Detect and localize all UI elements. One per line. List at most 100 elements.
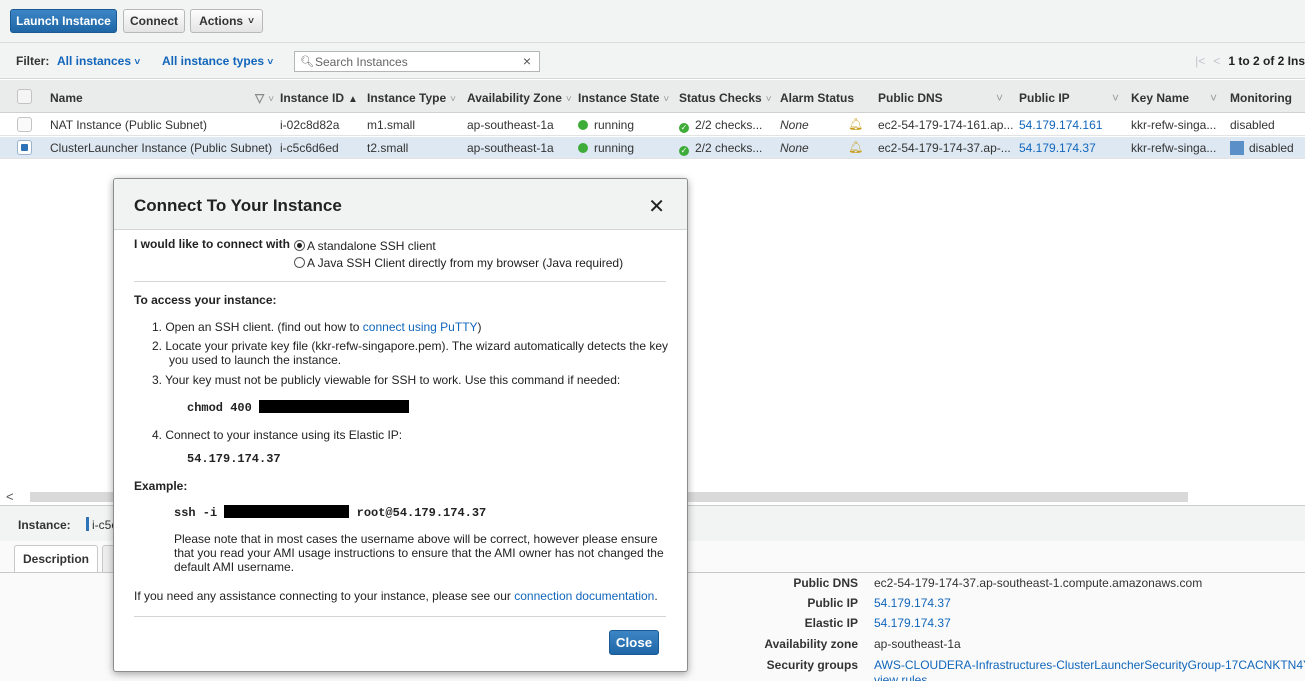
row-checkbox[interactable] <box>17 140 32 155</box>
cell-monitoring: disabled <box>1230 118 1275 132</box>
example-heading: Example: <box>134 479 188 493</box>
all-instance-types-filter[interactable]: All instance types ˅ <box>162 54 273 68</box>
first-page-icon[interactable]: |< <box>1195 54 1205 68</box>
view-rules-link[interactable]: view rules <box>874 673 927 681</box>
connection-docs-link[interactable]: connection documentation <box>514 589 654 603</box>
cell-instance-id: i-c5c6d6ed <box>280 141 339 155</box>
detail-sg-value[interactable]: AWS-CLOUDERA-Infrastructures-ClusterLaun… <box>874 658 1305 672</box>
prev-page-icon[interactable]: < <box>1213 54 1220 68</box>
detail-ip-label: Public IP <box>807 596 858 610</box>
connect-dialog: Connect To Your Instance ✕ I would like … <box>113 178 688 672</box>
instance-label: Instance: <box>18 518 71 532</box>
launch-instance-button[interactable]: Launch Instance <box>10 9 117 33</box>
cell-key-name: kkr-refw-singa... <box>1131 141 1217 155</box>
alarm-bell-icon[interactable]: 🔔︎ <box>848 140 863 154</box>
running-status-icon <box>578 143 588 153</box>
cell-az: ap-southeast-1a <box>467 118 554 132</box>
col-availability-zone[interactable]: Availability Zone ˅ <box>467 91 572 105</box>
chevron-down-icon[interactable]: ˅ <box>996 91 1003 105</box>
cell-instance-type: t2.small <box>367 141 409 155</box>
detail-dns-value: ec2-54-179-174-37.ap-southeast-1.compute… <box>874 576 1203 590</box>
option-java-ssh[interactable]: A Java SSH Client directly from my brows… <box>294 256 623 270</box>
filter-funnel-icon[interactable]: ▽ ˅ <box>255 91 274 105</box>
note-line-3: default AMI username. <box>174 560 295 574</box>
redacted-key-path <box>259 400 410 413</box>
col-status-checks[interactable]: Status Checks ˅ <box>679 91 772 105</box>
cell-state: running <box>578 118 634 132</box>
search-placeholder: Search Instances <box>315 55 408 69</box>
search-input[interactable]: 🔍︎ Search Instances × <box>294 51 540 72</box>
col-key-name[interactable]: Key Name <box>1131 91 1189 105</box>
table-header: Name ▽ ˅ Instance ID ▲ Instance Type ˅ Avai… <box>0 80 1305 113</box>
col-public-dns[interactable]: Public DNS <box>878 91 943 105</box>
tab-description[interactable]: Description <box>14 545 98 572</box>
chevron-down-icon[interactable]: ˅ <box>1112 91 1119 105</box>
step-3: 3. Your key must not be publicly viewabl… <box>152 373 621 387</box>
cell-key-name: kkr-refw-singa... <box>1131 118 1217 132</box>
cell-status-checks[interactable]: ✓ 2/2 checks... <box>679 141 762 156</box>
ssh-command: ssh -i root@54.179.174.37 <box>174 505 487 520</box>
filter-bar: Filter: All instances ˅ All instance typ… <box>0 43 1305 79</box>
chevron-down-icon: ˅ <box>267 57 274 68</box>
cell-alarm: None <box>780 141 809 155</box>
putty-link[interactable]: connect using PuTTY <box>363 320 478 334</box>
cell-public-ip[interactable]: 54.179.174.37 <box>1019 141 1096 155</box>
detail-ip-value[interactable]: 54.179.174.37 <box>874 596 951 610</box>
cell-alarm: None <box>780 118 809 132</box>
detail-az-label: Availability zone <box>764 637 858 651</box>
note-line-2: that you read your AMI usage instruction… <box>174 546 664 560</box>
alarm-bell-icon[interactable]: 🔔︎ <box>848 117 863 131</box>
option-standalone-ssh[interactable]: A standalone SSH client <box>294 239 436 253</box>
elastic-ip-value: 54.179.174.37 <box>187 452 281 466</box>
cell-public-ip[interactable]: 54.179.174.161 <box>1019 118 1102 132</box>
col-instance-id[interactable]: Instance ID ▲ <box>280 91 358 105</box>
row-checkbox[interactable] <box>17 117 32 132</box>
detail-az-value: ap-southeast-1a <box>874 637 961 651</box>
step-1: 1. Open an SSH client. (find out how to … <box>152 320 482 334</box>
running-status-icon <box>578 120 588 130</box>
close-icon[interactable]: ✕ <box>648 194 665 219</box>
search-icon: 🔍︎ <box>300 56 314 68</box>
connect-button[interactable]: Connect <box>123 9 185 33</box>
redacted-key-path <box>224 505 350 518</box>
detail-dns-label: Public DNS <box>793 576 858 590</box>
scroll-left-icon[interactable]: < <box>6 489 14 504</box>
actions-button[interactable]: Actions ˅ <box>190 9 263 33</box>
col-alarm-status[interactable]: Alarm Status <box>780 91 854 105</box>
filter-label: Filter: <box>16 54 50 68</box>
pager-text: 1 to 2 of 2 Ins <box>1228 54 1305 68</box>
detail-eip-value[interactable]: 54.179.174.37 <box>874 616 951 630</box>
col-public-ip[interactable]: Public IP <box>1019 91 1070 105</box>
cell-instance-type: m1.small <box>367 118 416 132</box>
check-icon: ✓ <box>679 123 689 133</box>
dialog-title: Connect To Your Instance <box>134 196 342 215</box>
dialog-header: Connect To Your Instance ✕ <box>114 179 687 230</box>
step-2: 2. Locate your private key file (kkr-ref… <box>152 339 668 353</box>
table-row[interactable]: ClusterLauncher Instance (Public Subnet)… <box>0 137 1305 159</box>
detail-sg-label: Security groups <box>766 658 858 672</box>
detail-eip-label: Elastic IP <box>804 616 858 630</box>
close-button[interactable]: Close <box>609 630 659 655</box>
chevron-down-icon: ˅ <box>134 57 141 68</box>
col-name[interactable]: Name <box>50 91 83 105</box>
cell-az: ap-southeast-1a <box>467 141 554 155</box>
cell-name: NAT Instance (Public Subnet) <box>50 118 207 132</box>
step-2-cont: you used to launch the instance. <box>169 353 342 367</box>
monitoring-icon <box>1230 141 1244 155</box>
chevron-down-icon: ˅ <box>248 15 254 27</box>
chevron-down-icon[interactable]: ˅ <box>1210 91 1217 105</box>
all-instances-filter[interactable]: All instances ˅ <box>57 54 140 68</box>
check-icon: ✓ <box>679 146 689 156</box>
table-row[interactable]: NAT Instance (Public Subnet) i-02c8d82a … <box>0 114 1305 136</box>
col-instance-type[interactable]: Instance Type ˅ <box>367 91 456 105</box>
col-monitoring[interactable]: Monitoring <box>1230 91 1292 105</box>
clear-search-icon[interactable]: × <box>523 53 531 69</box>
step-4: 4. Connect to your instance using its El… <box>152 428 403 442</box>
col-instance-state[interactable]: Instance State ˅ <box>578 91 669 105</box>
select-all-checkbox[interactable] <box>17 89 32 104</box>
radio-unselected[interactable] <box>294 257 305 268</box>
actions-label: Actions <box>199 14 244 28</box>
radio-selected[interactable] <box>294 240 305 251</box>
divider <box>134 616 666 617</box>
cell-status-checks[interactable]: ✓ 2/2 checks... <box>679 118 762 133</box>
